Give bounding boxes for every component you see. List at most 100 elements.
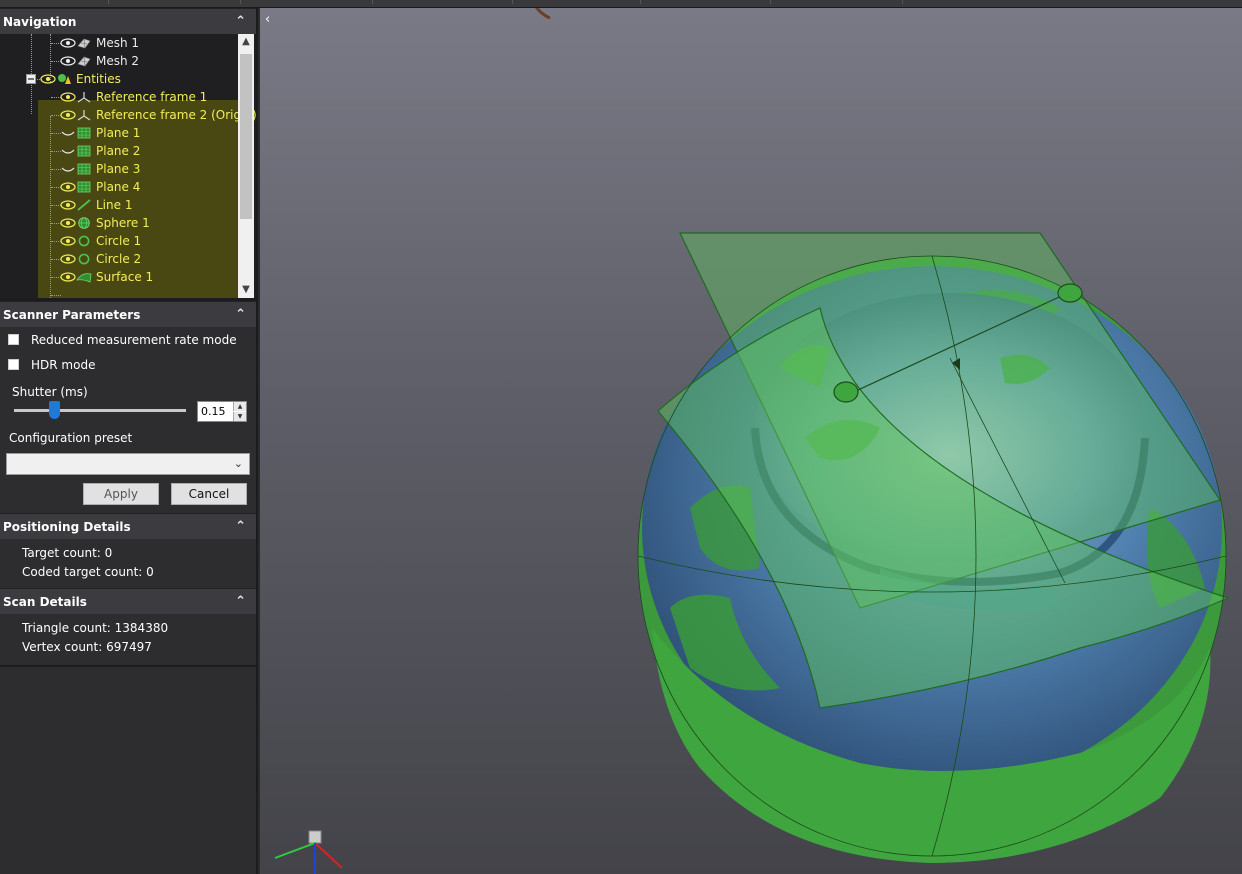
tree-item-plane-1[interactable]: Plane 1 (60, 124, 140, 142)
tree-item-circle-1[interactable]: Circle 1 (60, 232, 141, 250)
eye-icon[interactable] (60, 109, 76, 121)
navigation-header[interactable]: Navigation ⌃ (0, 8, 256, 34)
scrollbar-thumb[interactable] (240, 54, 252, 219)
surface-icon (76, 273, 92, 283)
tree-item-label: Reference frame 1 (96, 90, 208, 104)
scan-details-header[interactable]: Scan Details ⌃ (0, 588, 256, 614)
scan-details-title: Scan Details (3, 594, 87, 609)
circle-icon (78, 253, 90, 265)
tree-item-label: Mesh 2 (96, 54, 140, 68)
eye-icon[interactable] (60, 253, 76, 265)
scene-render (274, 8, 1230, 874)
cancel-button[interactable]: Cancel (171, 483, 247, 505)
tree-item-label: Plane 1 (96, 126, 141, 140)
tree-item-label: Plane 4 (96, 180, 141, 194)
3d-viewport[interactable]: ‹ (260, 8, 1242, 874)
eye-closed-icon[interactable] (60, 127, 76, 139)
eye-icon[interactable] (60, 91, 76, 103)
collapse-up-icon[interactable]: ⌃ (235, 594, 246, 609)
tree-scrollbar[interactable]: ▲ ▼ (238, 34, 254, 298)
hdr-mode-label: HDR mode (31, 357, 96, 372)
positioning-details-title: Positioning Details (3, 519, 131, 534)
shutter-spinbox[interactable]: 0.15 ▲ ▼ (197, 401, 247, 422)
tree-item-mesh-2[interactable]: Mesh 2 (60, 52, 139, 70)
plane-icon (77, 145, 91, 157)
mesh-icon (77, 38, 91, 49)
eye-icon[interactable] (60, 181, 76, 193)
tree-item-entities[interactable]: Entities (26, 70, 121, 88)
vertex-count: Vertex count: 697497 (22, 640, 152, 654)
eye-icon[interactable] (60, 235, 76, 247)
reference-frame-icon (77, 92, 91, 103)
circle-2-shape[interactable] (1057, 283, 1083, 303)
tree-item-label: Surface 1 (96, 270, 154, 284)
eye-icon[interactable] (60, 55, 76, 67)
coded-target-count: Coded target count: 0 (22, 565, 154, 579)
navigation-tree[interactable]: Mesh 1 Mesh 2 Entities Reference frame 1 (0, 34, 256, 298)
collapse-minus-icon[interactable] (26, 74, 36, 84)
reduced-rate-row[interactable]: Reduced measurement rate mode (0, 327, 256, 352)
circle-1-shape[interactable] (833, 381, 859, 403)
shutter-value: 0.15 (201, 405, 226, 418)
circle-icon (78, 235, 90, 247)
tree-item-plane-3[interactable]: Plane 3 (60, 160, 140, 178)
tree-item-label: Mesh 1 (96, 36, 140, 50)
scroll-up-icon[interactable]: ▲ (238, 34, 254, 50)
tree-item-label: Plane 3 (96, 162, 141, 176)
hdr-mode-checkbox[interactable] (8, 359, 19, 370)
scan-details-body: Triangle count: 1384380 Vertex count: 69… (0, 614, 256, 665)
collapse-up-icon[interactable]: ⌃ (235, 14, 246, 29)
shutter-slider-handle[interactable] (48, 401, 60, 419)
eye-closed-icon[interactable] (60, 145, 76, 157)
mesh-icon (77, 56, 91, 67)
eye-icon[interactable] (60, 37, 76, 49)
reduced-rate-label: Reduced measurement rate mode (31, 332, 237, 347)
positioning-details-body: Target count: 0 Coded target count: 0 (0, 539, 256, 588)
tree-item-mesh-1[interactable]: Mesh 1 (60, 34, 139, 52)
tree-item-reference-frame-1[interactable]: Reference frame 1 (60, 88, 207, 106)
scanner-parameters-header[interactable]: Scanner Parameters ⌃ (0, 301, 256, 327)
tree-item-sphere-1[interactable]: Sphere 1 (60, 214, 150, 232)
left-panel: Navigation ⌃ Mesh 1 Mesh 2 Entities Refe… (0, 8, 258, 874)
reduced-rate-checkbox[interactable] (8, 334, 19, 345)
tree-item-label: Circle 1 (96, 234, 142, 248)
tree-item-plane-2[interactable]: Plane 2 (60, 142, 140, 160)
chevron-down-icon[interactable]: ⌄ (234, 457, 243, 470)
eye-icon[interactable] (60, 271, 76, 283)
tree-item-label: Line 1 (96, 198, 133, 212)
eye-icon[interactable] (60, 199, 76, 211)
app-window: Navigation ⌃ Mesh 1 Mesh 2 Entities Refe… (0, 0, 1242, 874)
hdr-mode-row[interactable]: HDR mode (0, 352, 256, 377)
eye-icon[interactable] (40, 73, 56, 85)
collapse-up-icon[interactable]: ⌃ (235, 307, 246, 322)
entities-icon (58, 74, 71, 84)
tree-item-plane-4[interactable]: Plane 4 (60, 178, 140, 196)
shutter-control: 0.15 ▲ ▼ (0, 397, 256, 425)
scanner-buttons: Apply Cancel (0, 475, 256, 513)
tree-item-label: Entities (76, 72, 121, 86)
triangle-count: Triangle count: 1384380 (22, 621, 169, 635)
navigation-title: Navigation (3, 14, 77, 29)
spin-down-icon[interactable]: ▼ (233, 412, 246, 421)
tree-item-line-1[interactable]: Line 1 (60, 196, 132, 214)
tree-item-circle-2[interactable]: Circle 2 (60, 250, 141, 268)
collapse-up-icon[interactable]: ⌃ (235, 519, 246, 534)
shutter-slider-track[interactable] (14, 409, 186, 412)
target-count: Target count: 0 (22, 546, 113, 560)
axis-triad (274, 830, 343, 874)
tree-item-surface-1[interactable]: Surface 1 (60, 268, 153, 286)
apply-button[interactable]: Apply (83, 483, 159, 505)
scroll-down-icon[interactable]: ▼ (238, 282, 254, 298)
reference-frame-icon (77, 110, 91, 121)
positioning-details-header[interactable]: Positioning Details ⌃ (0, 513, 256, 539)
scanner-parameters-title: Scanner Parameters (3, 307, 141, 322)
spin-up-icon[interactable]: ▲ (233, 402, 246, 411)
eye-icon[interactable] (60, 217, 76, 229)
eye-closed-icon[interactable] (60, 163, 76, 175)
tree-item-reference-frame-2[interactable]: Reference frame 2 (Origin) (60, 106, 256, 124)
plane-icon (77, 127, 91, 139)
plane-icon (77, 163, 91, 175)
line-icon (77, 199, 91, 211)
shutter-label: Shutter (ms) (12, 385, 88, 399)
preset-dropdown[interactable]: ⌄ (6, 453, 250, 475)
